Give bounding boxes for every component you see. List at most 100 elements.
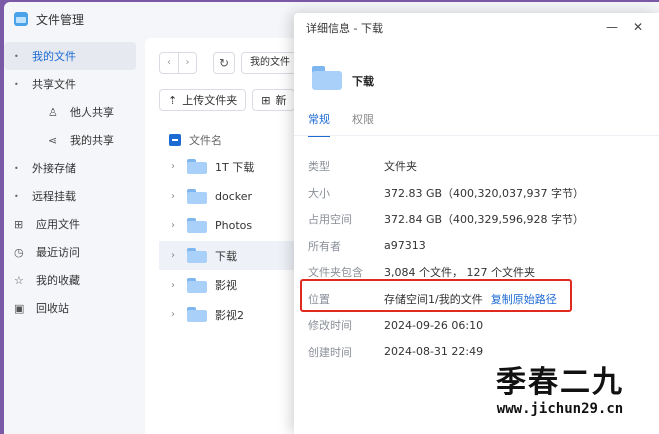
prop-modified: 修改时间 2024-09-26 06:10 [308,312,653,339]
chevron-right-icon[interactable]: › [171,220,185,231]
prop-value: a97313 [384,239,426,253]
file-name: 1T 下载 [215,160,255,174]
action-bar: ⇡ 上传文件夹 ⊞ 新 [159,89,301,111]
clock-icon: ◷ [14,245,24,259]
prop-key: 大小 [308,186,330,200]
dialog-header: 详细信息 - 下载 — ✕ [294,13,659,43]
dialog-tabs: 常规 权限 [308,111,396,137]
prop-key: 创建时间 [308,345,352,359]
sidebar-item-external-storage[interactable]: • 外接存储 [4,154,140,182]
folder-icon [187,277,207,293]
chevron-right-icon[interactable]: › [171,250,185,261]
history-nav: ‹ › [159,52,197,74]
prop-type: 类型 文件夹 [308,153,653,180]
sidebar-item-app-files[interactable]: ⊞ 应用文件 [4,210,140,238]
upload-icon: ⇡ [168,93,178,107]
prop-value: 3,084 个文件， 127 个文件夹 [384,266,535,280]
tab-permissions[interactable]: 权限 [352,111,374,137]
file-name: docker [215,189,253,203]
sidebar-item-label: 他人共享 [70,106,114,119]
dialog-folder-name: 下载 [352,75,374,88]
caret-right-icon: • [14,163,19,173]
prop-value: 372.84 GB（400,329,596,928 字节） [384,213,585,227]
sidebar-item-label: 我的文件 [32,50,76,63]
folder-icon [187,307,207,323]
back-arrow-icon[interactable]: ‹ [160,53,178,73]
properties-list: 类型 文件夹 大小 372.83 GB（400,320,037,937 字节） … [308,153,653,365]
prop-value: 文件夹 [384,160,417,174]
chevron-right-icon[interactable]: › [171,280,185,291]
prop-key: 修改时间 [308,319,352,333]
new-folder-icon: ⊞ [261,93,271,107]
prop-disk-usage: 占用空间 372.84 GB（400,329,596,928 字节） [308,206,653,233]
prop-key: 所有者 [308,239,341,253]
folder-icon [187,188,207,204]
upload-folder-label: 上传文件夹 [182,94,238,107]
star-icon: ☆ [14,273,24,287]
prop-key: 类型 [308,160,330,174]
watermark: 季春二九 www.jichun29.cn [470,357,650,417]
apps-icon: ⊞ [14,217,24,231]
minimize-icon[interactable]: — [599,20,625,34]
caret-right-icon: • [14,51,19,61]
sidebar-item-my-shares[interactable]: ⋖ 我的共享 [4,126,140,154]
prop-key: 文件夹包含 [308,266,363,280]
refresh-icon: ↻ [218,56,230,70]
sidebar-item-my-files[interactable]: • 我的文件 [4,42,136,70]
file-name: 下载 [215,249,237,263]
location-highlight-box [300,279,572,312]
new-button[interactable]: ⊞ 新 [252,89,296,111]
forward-arrow-icon[interactable]: › [178,53,196,73]
prop-value: 2024-08-31 22:49 [384,345,484,359]
caret-right-icon: • [14,191,19,201]
close-icon[interactable]: ✕ [625,20,651,34]
select-all-checkbox[interactable] [169,134,181,146]
upload-folder-button[interactable]: ⇡ 上传文件夹 [159,89,247,111]
titlebar: 文件管理 [4,2,304,36]
sidebar: • 我的文件 • 共享文件 ♙ 他人共享 ⋖ 我的共享 • 外接存储 • 远程挂… [4,42,140,322]
sidebar-item-recent[interactable]: ◷ 最近访问 [4,238,140,266]
sidebar-item-label: 共享文件 [32,78,76,91]
sidebar-item-label: 我的收藏 [36,274,80,287]
sidebar-item-others-shared[interactable]: ♙ 他人共享 [4,98,140,126]
toolbar: ‹ › ↻ 我的文件 [159,52,311,74]
trash-icon: ▣ [14,301,25,315]
tab-divider [294,135,659,136]
sidebar-item-label: 回收站 [36,302,69,315]
watermark-url: www.jichun29.cn [496,401,624,417]
prop-value: 2024-09-26 06:10 [384,318,484,332]
prop-key: 占用空间 [308,213,352,227]
folder-icon [187,248,207,264]
app-title: 文件管理 [36,12,85,27]
prop-value: 372.83 GB（400,320,037,937 字节） [384,186,585,200]
sidebar-item-label: 最近访问 [36,246,80,259]
chevron-right-icon[interactable]: › [171,309,185,320]
refresh-button[interactable]: ↻ [213,52,235,74]
file-name: 影视 [215,279,237,293]
folder-icon [312,66,342,90]
sidebar-item-trash[interactable]: ▣ 回收站 [4,294,140,322]
sidebar-item-label: 远程挂载 [32,190,76,203]
caret-down-icon: • [14,79,19,89]
sidebar-item-shared-files[interactable]: • 共享文件 [4,70,140,98]
watermark-title: 季春二九 [496,365,624,400]
column-header-name[interactable]: 文件名 [189,132,222,148]
file-name: 影视2 [215,308,244,322]
dialog-controls: — ✕ [599,20,651,34]
dialog-title: 详细信息 - 下载 [306,22,383,35]
folder-icon [187,218,207,234]
prop-size: 大小 372.83 GB（400,320,037,937 字节） [308,180,653,207]
tab-general[interactable]: 常规 [308,111,330,137]
new-button-label: 新 [275,94,287,107]
share-icon: ⋖ [48,133,58,147]
folder-icon [187,159,207,175]
sidebar-item-label: 外接存储 [32,162,76,175]
sidebar-item-label: 应用文件 [36,218,80,231]
prop-owner: 所有者 a97313 [308,233,653,260]
sidebar-item-remote-mount[interactable]: • 远程挂载 [4,182,140,210]
chevron-right-icon[interactable]: › [171,161,185,172]
sidebar-item-favorites[interactable]: ☆ 我的收藏 [4,266,140,294]
file-manager-icon [14,12,28,26]
chevron-right-icon[interactable]: › [171,191,185,202]
file-name: Photos [215,219,253,233]
